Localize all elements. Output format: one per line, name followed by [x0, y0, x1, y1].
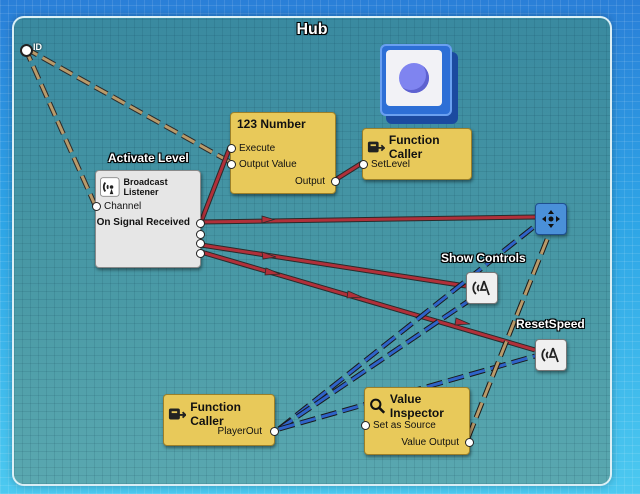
show-controls-node[interactable]	[466, 272, 498, 304]
reset-speed-label: ResetSpeed	[516, 317, 585, 331]
on-signal-port-3[interactable]	[196, 239, 205, 248]
playerout-label: PlayerOut	[217, 426, 262, 437]
value-inspector-node[interactable]: Value Inspector Set as Source Value Outp…	[361, 387, 474, 455]
move-device-node[interactable]	[535, 203, 567, 235]
move-arrows-icon	[542, 210, 560, 228]
channel-label: Channel	[104, 201, 142, 212]
function-caller-top-node[interactable]: Function Caller SetLevel	[359, 128, 472, 180]
on-signal-port-2[interactable]	[196, 230, 205, 239]
function-caller-bottom-node[interactable]: Function Caller PlayerOut	[163, 394, 279, 446]
function-caller-bottom-title: Function Caller	[190, 400, 241, 428]
setlevel-port[interactable]	[359, 160, 368, 169]
wire-output-to-setlevel	[333, 160, 364, 183]
id-port-label: ID	[33, 42, 42, 52]
wire-signal-to-move	[200, 214, 536, 225]
magnifier-icon	[370, 398, 386, 414]
output-value-label: Output Value	[239, 159, 297, 170]
playerout-port[interactable]	[270, 427, 279, 436]
cube-dot	[399, 63, 429, 93]
id-port[interactable]	[20, 44, 33, 57]
activate-level-label: Activate Level	[108, 151, 189, 165]
on-signal-label: On Signal Received	[96, 217, 190, 228]
reset-speed-node[interactable]	[535, 339, 567, 371]
wire-id-to-channel	[22, 46, 98, 207]
gravity-icon	[541, 347, 559, 363]
cube-icon[interactable]	[380, 44, 452, 116]
output-label: Output	[294, 176, 325, 187]
broadcast-listener-type: Broadcast Listener	[123, 177, 168, 197]
function-caller-icon	[367, 141, 385, 153]
set-source-port[interactable]	[361, 421, 370, 430]
function-caller-icon	[168, 408, 187, 420]
number-node[interactable]: 123 Number Execute Output Value Output	[227, 112, 340, 194]
execute-port[interactable]	[227, 144, 236, 153]
broadcast-listener-node[interactable]: Broadcast Listener Channel On Signal Rec…	[92, 170, 205, 268]
show-controls-label: Show Controls	[441, 251, 526, 265]
wire-signal-to-execute	[198, 146, 233, 223]
output-port[interactable]	[331, 177, 340, 186]
execute-label: Execute	[239, 143, 276, 154]
on-signal-port-1[interactable]	[196, 219, 205, 228]
setlevel-label: SetLevel	[371, 159, 410, 170]
gravity-icon	[472, 280, 490, 296]
value-inspector-header: Value Inspector	[365, 388, 469, 424]
number-node-title: 123 Number	[237, 117, 306, 131]
output-value-port[interactable]	[227, 160, 236, 169]
broadcast-icon	[100, 177, 120, 197]
set-source-label: Set as Source	[373, 420, 436, 431]
channel-port[interactable]	[92, 202, 101, 211]
broadcast-listener-header: Broadcast Listener	[96, 171, 200, 203]
value-output-port[interactable]	[465, 438, 474, 447]
value-output-label: Value Output	[401, 437, 459, 448]
value-inspector-title: Value Inspector	[389, 392, 444, 420]
cube-face	[386, 50, 442, 106]
on-signal-port-4[interactable]	[196, 249, 205, 258]
wire-id-to-output-value	[23, 45, 232, 165]
function-caller-top-title: Function Caller	[388, 133, 440, 161]
